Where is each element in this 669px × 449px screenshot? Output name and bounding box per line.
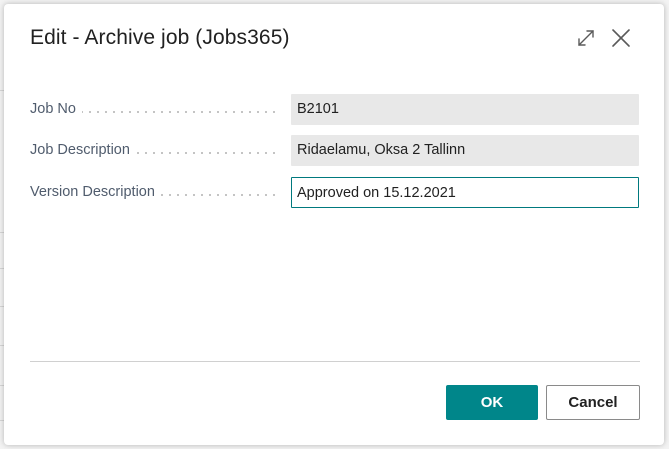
edit-archive-job-dialog: Edit - Archive job (Jobs365) Job No B210… (4, 4, 664, 445)
close-icon[interactable] (610, 27, 632, 49)
ok-button[interactable]: OK (446, 385, 538, 420)
job-no-field[interactable]: B2101 (291, 94, 639, 125)
version-description-input[interactable] (291, 177, 639, 208)
version-description-label: Version Description (30, 184, 161, 200)
field-row-job-description: Job Description Ridaelamu, Oksa 2 Tallin… (30, 135, 640, 167)
field-row-job-no: Job No B2101 (30, 94, 640, 126)
expand-icon[interactable] (576, 28, 596, 48)
job-description-field[interactable]: Ridaelamu, Oksa 2 Tallinn (291, 135, 639, 166)
cancel-button[interactable]: Cancel (546, 385, 640, 420)
field-row-version-description: Version Description (30, 177, 640, 209)
job-description-label: Job Description (30, 142, 136, 158)
job-no-label: Job No (30, 101, 82, 117)
footer-divider (30, 361, 640, 362)
dialog-title: Edit - Archive job (Jobs365) (30, 26, 290, 49)
